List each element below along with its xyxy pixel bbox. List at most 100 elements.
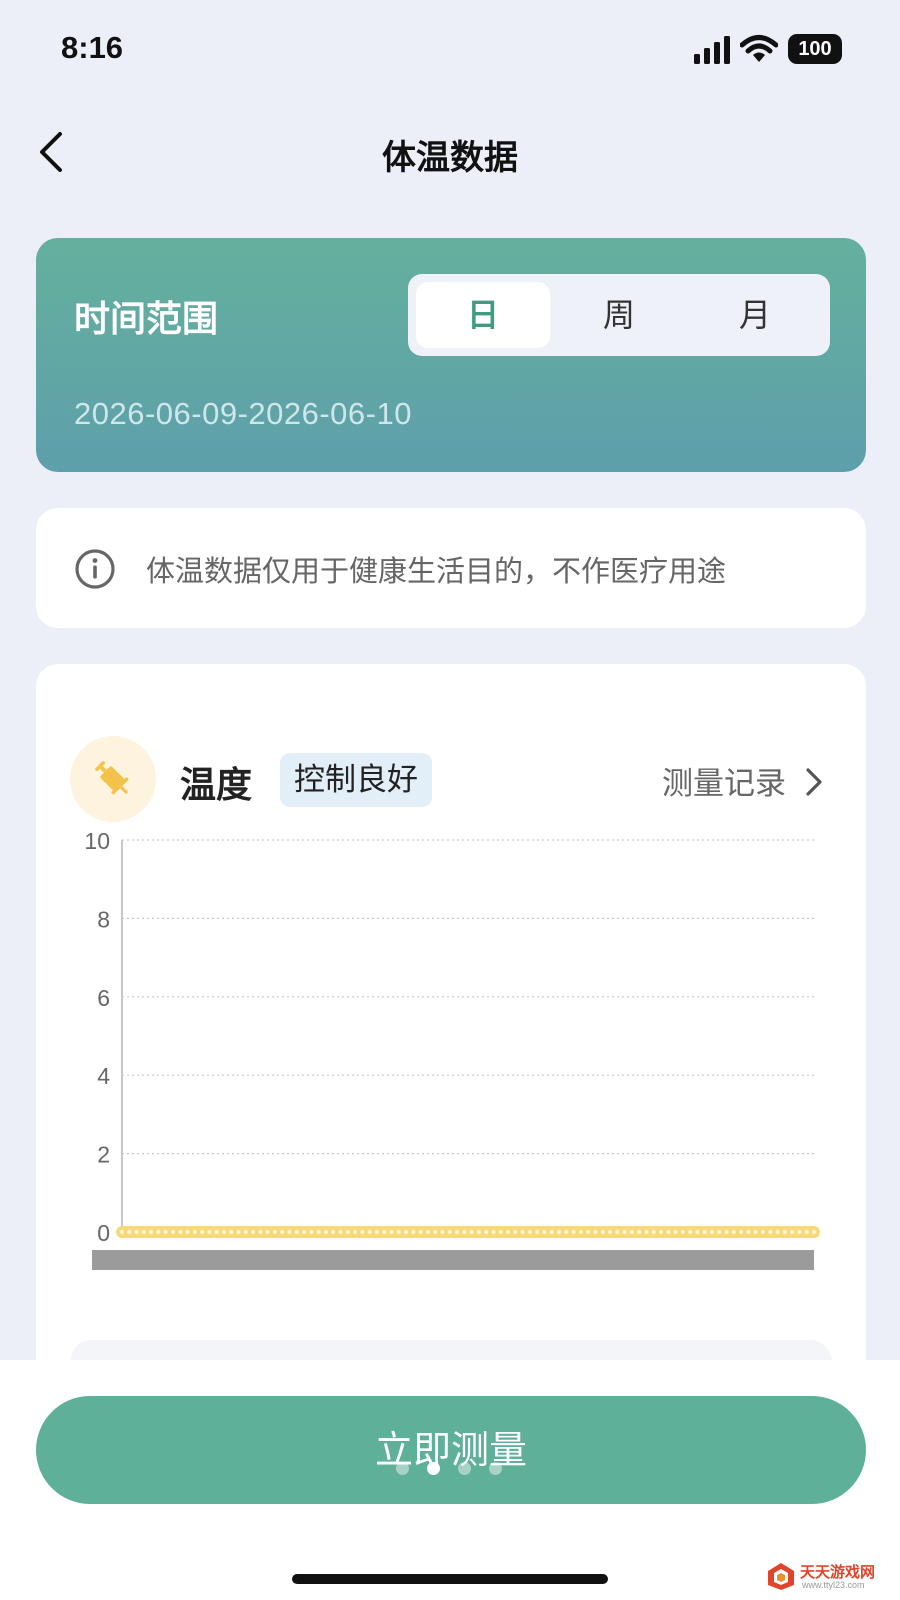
data-point bbox=[673, 1229, 678, 1235]
data-point bbox=[250, 1229, 256, 1235]
y-tick-label: 6 bbox=[97, 985, 110, 1011]
data-point bbox=[156, 1229, 161, 1235]
data-point bbox=[214, 1229, 219, 1235]
battery-indicator: 100 bbox=[788, 34, 842, 64]
data-point bbox=[316, 1229, 321, 1235]
data-point bbox=[185, 1229, 190, 1235]
measure-now-button[interactable]: 立即测量 bbox=[36, 1396, 866, 1504]
data-point bbox=[680, 1229, 686, 1235]
data-point bbox=[178, 1229, 183, 1235]
data-point bbox=[345, 1229, 350, 1235]
data-point bbox=[462, 1229, 467, 1235]
home-indicator[interactable] bbox=[292, 1574, 608, 1584]
data-point bbox=[542, 1229, 547, 1235]
data-point bbox=[352, 1229, 358, 1235]
disclaimer-card: 体温数据仅用于健康生活目的，不作医疗用途 bbox=[36, 508, 866, 628]
data-point bbox=[688, 1229, 693, 1235]
data-point bbox=[549, 1229, 554, 1235]
data-point bbox=[425, 1229, 431, 1235]
data-point bbox=[658, 1229, 664, 1235]
data-point bbox=[280, 1229, 285, 1235]
data-point bbox=[768, 1229, 773, 1235]
data-point bbox=[141, 1229, 147, 1235]
data-point bbox=[600, 1229, 605, 1235]
data-point bbox=[535, 1229, 540, 1235]
data-point bbox=[323, 1229, 329, 1235]
page-dot[interactable] bbox=[489, 1462, 502, 1475]
tab-week[interactable]: 周 bbox=[552, 282, 686, 348]
data-point bbox=[411, 1229, 416, 1235]
data-point bbox=[644, 1229, 649, 1235]
y-tick-label: 2 bbox=[97, 1142, 110, 1168]
data-point bbox=[629, 1229, 635, 1235]
data-point bbox=[505, 1229, 511, 1235]
data-point bbox=[229, 1229, 234, 1235]
time-range-card: 时间范围 日 周 月 2026-06-09-2026-06-10 bbox=[36, 238, 866, 472]
page-title: 体温数据 bbox=[382, 138, 518, 178]
data-point bbox=[586, 1229, 591, 1235]
data-point bbox=[403, 1229, 409, 1235]
y-tick-label: 8 bbox=[97, 906, 110, 932]
date-range-text: 2026-06-09-2026-06-10 bbox=[74, 396, 412, 431]
time-range-label: 时间范围 bbox=[74, 299, 219, 340]
wifi-icon bbox=[740, 35, 778, 62]
page-dot[interactable] bbox=[427, 1462, 440, 1475]
watermark-url: www.ttyl23.com bbox=[802, 1580, 865, 1590]
page-indicator bbox=[396, 1462, 506, 1476]
data-point bbox=[513, 1229, 518, 1235]
data-point bbox=[418, 1229, 423, 1235]
y-tick-label: 0 bbox=[97, 1220, 110, 1246]
range-segmented-control: 日 周 月 bbox=[408, 274, 830, 356]
data-point bbox=[498, 1229, 503, 1235]
data-point bbox=[192, 1229, 197, 1235]
tab-month[interactable]: 月 bbox=[688, 282, 822, 348]
data-point bbox=[374, 1229, 380, 1235]
data-point bbox=[717, 1229, 722, 1235]
y-axis-ticks: 10 8 6 4 2 0 bbox=[84, 828, 110, 1246]
data-point bbox=[556, 1229, 562, 1235]
cellular-signal-icon bbox=[694, 36, 730, 64]
data-point bbox=[199, 1229, 205, 1235]
data-point bbox=[440, 1229, 445, 1235]
data-point bbox=[331, 1229, 336, 1235]
y-tick-label: 10 bbox=[84, 828, 110, 854]
data-point bbox=[294, 1229, 299, 1235]
data-point bbox=[797, 1229, 802, 1235]
data-point bbox=[666, 1229, 671, 1235]
data-point bbox=[338, 1229, 343, 1235]
data-point bbox=[520, 1229, 525, 1235]
data-point bbox=[301, 1229, 307, 1235]
data-point bbox=[637, 1229, 642, 1235]
x-axis-label-band bbox=[92, 1250, 814, 1270]
temperature-chart-card: 温度 控制良好 测量记录 10 8 6 4 2 0 bbox=[36, 664, 866, 1430]
data-point bbox=[491, 1229, 496, 1235]
disclaimer-text: 体温数据仅用于健康生活目的，不作医疗用途 bbox=[146, 554, 727, 588]
status-time: 8:16 bbox=[61, 30, 124, 65]
data-point bbox=[775, 1229, 780, 1235]
data-point bbox=[651, 1229, 656, 1235]
data-point bbox=[382, 1229, 387, 1235]
data-point bbox=[134, 1229, 139, 1235]
data-point bbox=[811, 1229, 817, 1235]
y-tick-label: 4 bbox=[97, 1063, 110, 1089]
data-point bbox=[731, 1229, 737, 1235]
temperature-line-chart: 10 8 6 4 2 0 bbox=[84, 828, 820, 1270]
data-point bbox=[272, 1229, 278, 1235]
data-point bbox=[739, 1229, 744, 1235]
data-point bbox=[469, 1229, 474, 1235]
data-point bbox=[360, 1229, 365, 1235]
data-point bbox=[564, 1229, 569, 1235]
page-dot[interactable] bbox=[458, 1462, 471, 1475]
data-point bbox=[433, 1229, 438, 1235]
data-point bbox=[207, 1229, 212, 1235]
data-point bbox=[221, 1229, 227, 1235]
data-point bbox=[367, 1229, 372, 1235]
data-point bbox=[484, 1229, 489, 1235]
data-point bbox=[476, 1229, 482, 1235]
data-point bbox=[119, 1229, 125, 1235]
tab-day[interactable]: 日 bbox=[416, 282, 550, 348]
data-point bbox=[702, 1229, 707, 1235]
page-dot[interactable] bbox=[396, 1462, 409, 1475]
data-point bbox=[236, 1229, 241, 1235]
data-point bbox=[622, 1229, 627, 1235]
